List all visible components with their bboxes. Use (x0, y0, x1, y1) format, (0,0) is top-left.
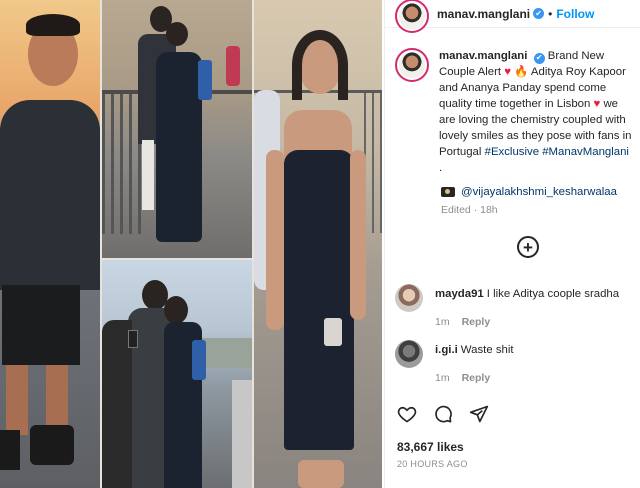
reply-button[interactable]: Reply (462, 372, 491, 384)
photo-credit: @vijayalakhshmi_kesharwalaa (441, 186, 640, 198)
post-details-panel: manav.manglani ✔ • Follow manav.manglani… (384, 0, 640, 488)
caption-username[interactable]: manav.manglani (439, 50, 527, 62)
fire-emoji-icon: 🔥 (514, 66, 529, 78)
commenter-avatar[interactable] (395, 284, 423, 312)
likes-count[interactable]: 83,667 likes (397, 440, 464, 454)
heart-emoji-icon: ♥ (593, 98, 601, 110)
post-timestamp: 20 HOURS AGO (397, 459, 468, 469)
caption-text: manav.manglani ✔ Brand New Couple Alert … (439, 50, 632, 174)
comment-text: Waste shit (460, 344, 514, 356)
comment-text: I like Aditya coople sradha (486, 288, 620, 300)
photo-couple-with-fans (102, 260, 252, 488)
load-more-comments-icon[interactable]: + (517, 236, 539, 258)
comment-time: 1m (435, 372, 450, 384)
photo-couple-on-bridge (102, 0, 252, 258)
caption-verified-badge-icon: ✔ (533, 52, 545, 64)
like-heart-icon[interactable] (397, 404, 417, 424)
reply-button[interactable]: Reply (462, 316, 491, 328)
photo-woman-black-dress (254, 0, 382, 488)
comment-item: i.gi.i Waste shit 1m Reply (395, 340, 640, 384)
credit-mention-link[interactable]: @vijayalakhshmi_kesharwalaa (461, 186, 617, 198)
share-paper-plane-icon[interactable] (469, 404, 489, 424)
post-caption: manav.manglani ✔ Brand New Couple Alert … (395, 48, 640, 216)
post-image-collage[interactable] (0, 0, 382, 488)
verified-badge-icon: ✔ (533, 8, 545, 19)
commenter-username[interactable]: i.gi.i (435, 344, 458, 356)
separator-dot: • (548, 6, 553, 21)
author-username[interactable]: manav.manglani (437, 7, 530, 21)
commenter-username[interactable]: mayda91 (435, 288, 484, 300)
comment-bubble-icon[interactable] (433, 404, 453, 424)
photo-man-standing (0, 0, 100, 488)
caption-author-avatar[interactable] (395, 48, 429, 82)
heart-emoji-icon: ♥ (504, 66, 511, 78)
comment-time: 1m (435, 316, 450, 328)
commenter-avatar[interactable] (395, 340, 423, 368)
post-actions-bar (397, 404, 489, 424)
post-header: manav.manglani ✔ • Follow (385, 0, 640, 33)
hashtag-links[interactable]: #Exclusive #ManavManglani (485, 146, 629, 158)
comment-item: mayda91 I like Aditya coople sradha 1m Rep… (395, 284, 640, 328)
edited-timestamp: Edited · 18h (441, 204, 498, 216)
follow-button[interactable]: Follow (556, 7, 594, 21)
author-avatar[interactable] (395, 0, 429, 33)
camera-emoji-icon (441, 187, 455, 197)
